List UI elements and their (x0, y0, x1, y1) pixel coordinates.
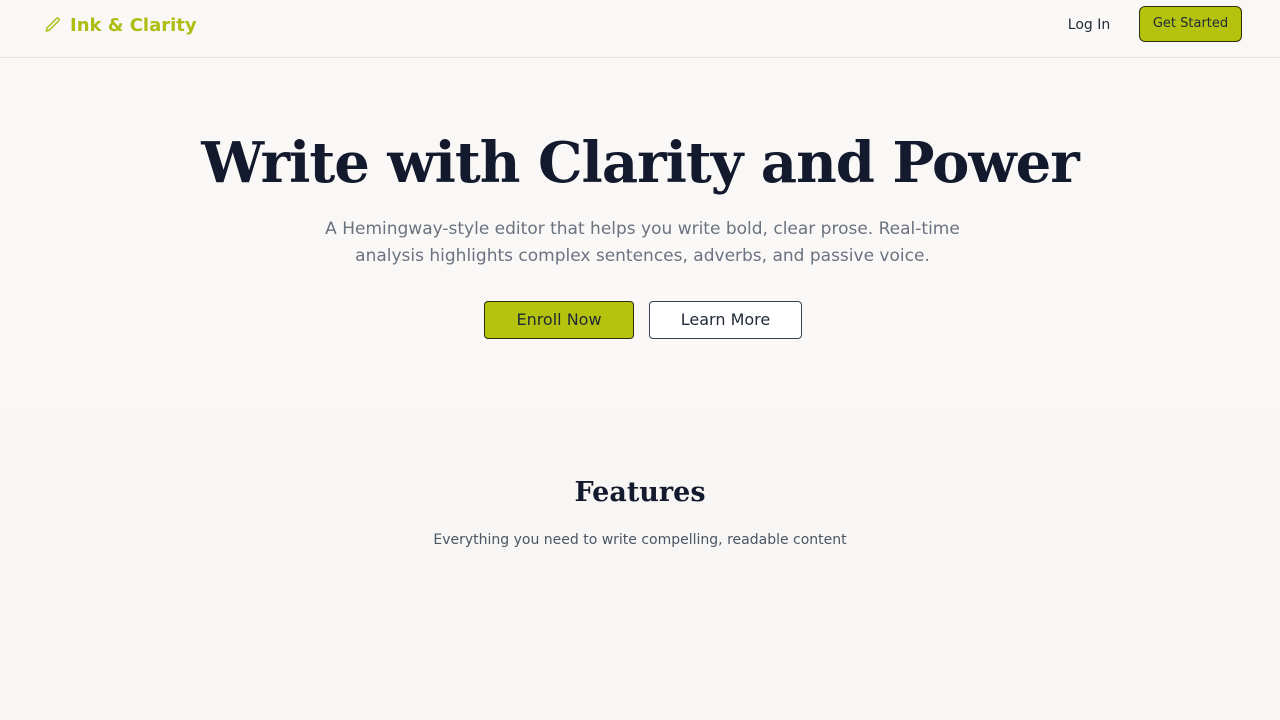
pencil-icon (44, 16, 62, 34)
hero-title: Write with Clarity and Power (201, 130, 1079, 196)
brand-logo[interactable]: Ink & Clarity (44, 12, 197, 38)
get-started-button[interactable]: Get Started (1139, 6, 1242, 42)
features-subtitle: Everything you need to write compelling,… (433, 532, 847, 548)
features-title: Features (574, 477, 706, 508)
login-link[interactable]: Log In (1060, 14, 1118, 36)
hero-subtitle: A Hemingway-style editor that helps you … (325, 219, 960, 266)
hero-section: Write with Clarity and Power A Hemingway… (0, 58, 1280, 414)
top-navigation: Ink & Clarity Log In Get Started (0, 0, 1280, 58)
learn-more-button[interactable]: Learn More (649, 301, 802, 339)
brand-name: Ink & Clarity (70, 14, 197, 36)
enroll-now-button[interactable]: Enroll Now (484, 301, 634, 339)
features-section: Features Everything you need to write co… (0, 414, 1280, 720)
